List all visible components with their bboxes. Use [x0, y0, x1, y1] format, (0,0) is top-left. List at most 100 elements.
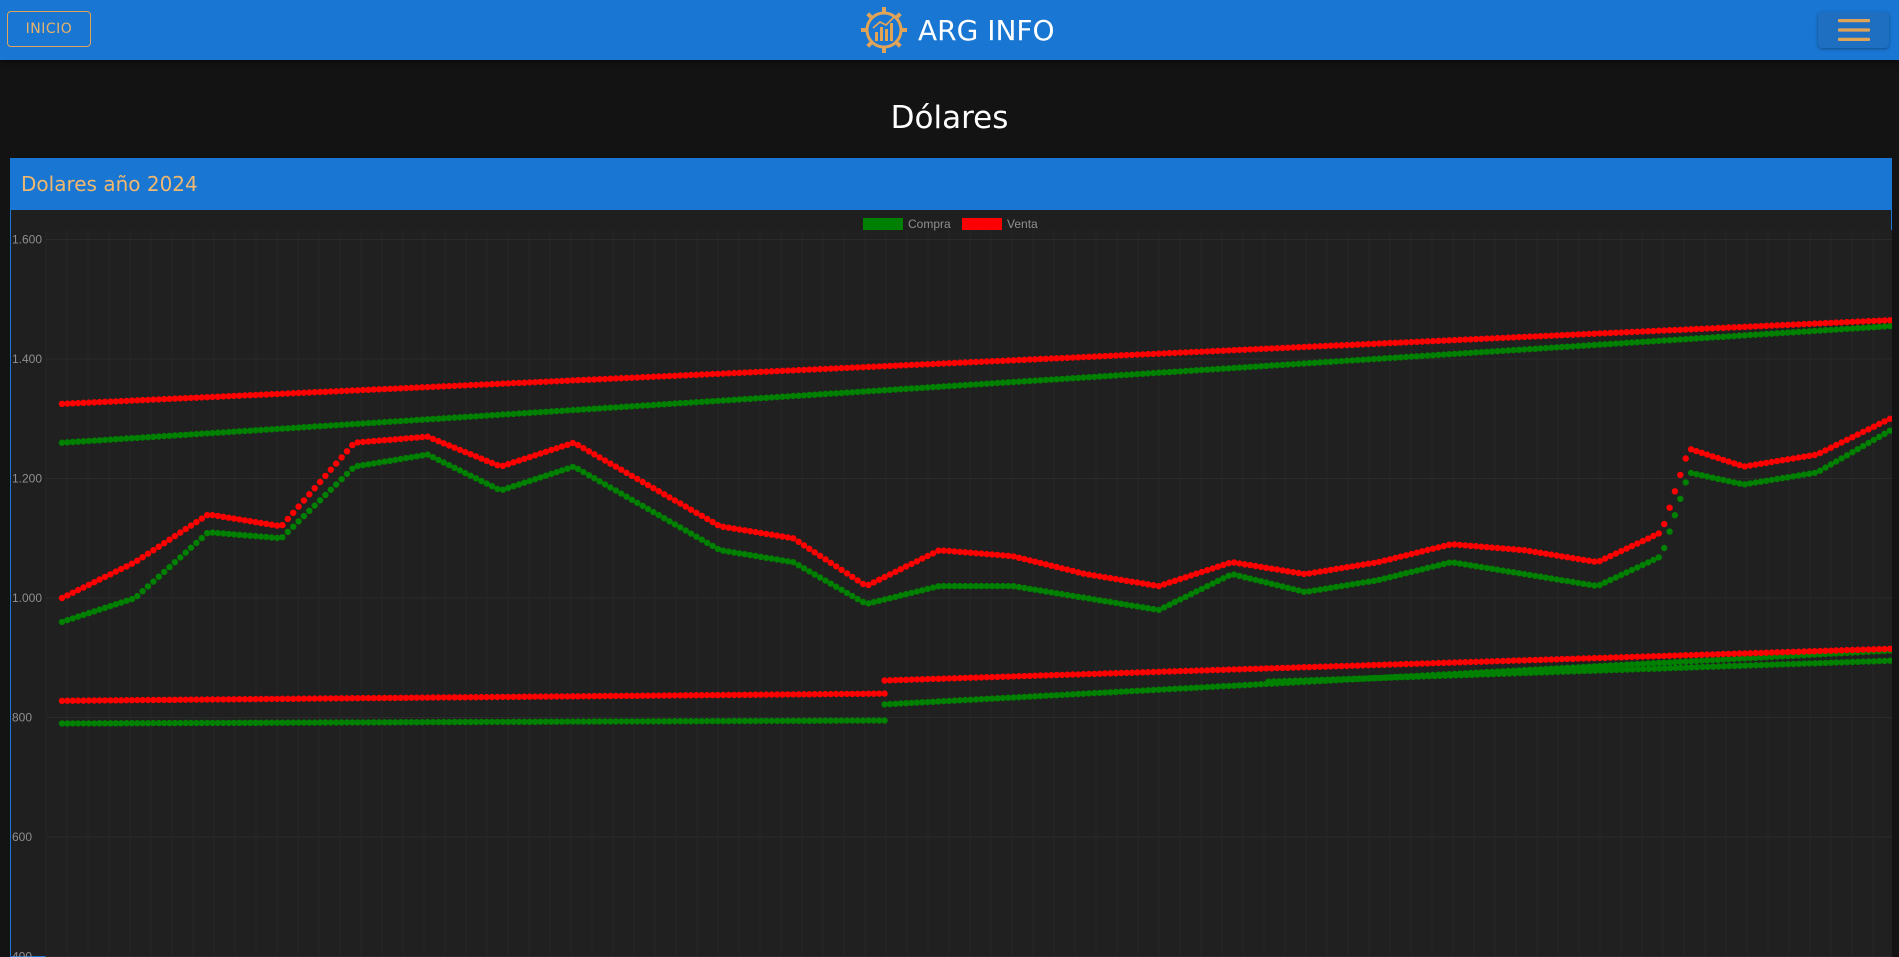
data-point: [1822, 464, 1829, 471]
data-point: [1661, 520, 1668, 528]
data-point: [1747, 462, 1754, 469]
data-point: [171, 532, 179, 540]
data-point: [714, 545, 722, 553]
data-point: [376, 459, 383, 466]
data-point: [902, 591, 910, 598]
data-point: [1370, 559, 1378, 567]
data-point: [1580, 580, 1587, 587]
data-point: [177, 529, 184, 536]
data-point: [1720, 476, 1727, 484]
data-point: [1107, 574, 1114, 582]
data-point: [763, 530, 770, 538]
data-point: [919, 587, 926, 594]
data-point: [833, 563, 840, 570]
data-point: [327, 466, 334, 473]
data-point: [241, 517, 248, 524]
data-point: [295, 503, 302, 510]
data-point: [704, 515, 711, 523]
data-point: [198, 515, 205, 522]
data-point: [359, 461, 367, 469]
data-point: [634, 475, 641, 483]
data-point: [257, 519, 265, 527]
data-point: [1677, 471, 1684, 479]
data-point: [300, 512, 308, 520]
data-point: [230, 515, 238, 522]
data-point: [1123, 601, 1130, 608]
data-point: [1268, 580, 1275, 588]
data-point: [521, 455, 528, 462]
data-point: [134, 592, 141, 600]
menu-button[interactable]: [1818, 12, 1889, 48]
data-point: [1343, 582, 1351, 589]
data-point: [1859, 442, 1867, 450]
data-point: [1252, 576, 1259, 584]
data-point: [1397, 571, 1404, 578]
data-point: [1284, 568, 1292, 575]
data-point: [1058, 590, 1066, 598]
data-point: [1101, 598, 1109, 605]
data-point: [1763, 459, 1770, 467]
data-point: [897, 592, 904, 599]
data-point: [1585, 581, 1593, 588]
data-point: [1682, 479, 1689, 486]
data-point: [1252, 562, 1259, 570]
data-point: [1026, 557, 1033, 564]
data-point: [1354, 580, 1361, 587]
data-point: [1816, 467, 1824, 474]
data-point: [1537, 573, 1544, 580]
data-point: [886, 595, 894, 602]
home-button[interactable]: INICIO: [7, 11, 91, 47]
data-point: [1526, 571, 1534, 579]
data-point: [333, 481, 340, 488]
data-point: [747, 551, 754, 559]
data-point: [316, 497, 324, 504]
data-point: [1010, 553, 1017, 560]
data-point: [1736, 461, 1743, 469]
data-point: [623, 469, 630, 476]
data-point: [1865, 439, 1872, 447]
data-point: [655, 511, 662, 519]
data-point: [316, 478, 324, 486]
data-point: [139, 588, 146, 595]
data-point: [1333, 583, 1340, 591]
data-point: [1381, 575, 1388, 582]
data-point: [322, 472, 329, 480]
brand[interactable]: ARG INFO: [858, 4, 1055, 56]
data-point: [236, 516, 243, 523]
data-point: [1768, 458, 1775, 466]
data-point: [811, 549, 818, 556]
data-point: [634, 499, 641, 506]
data-point: [1424, 564, 1431, 572]
data-point: [1795, 472, 1802, 479]
data-point: [144, 583, 152, 590]
data-point: [1123, 577, 1130, 584]
data-point: [290, 509, 297, 516]
data-point: [650, 508, 657, 516]
data-point: [612, 463, 619, 470]
data-point: [1064, 591, 1071, 599]
data-point: [1327, 584, 1335, 591]
data-point: [1365, 560, 1372, 567]
data-point: [725, 524, 732, 531]
data-point: [580, 468, 587, 476]
data-point: [1273, 566, 1281, 573]
dollar-scatter-chart[interactable]: 1.600 1.400 1.200 1.000 800 600 400 Compra Venta: [10, 210, 1892, 957]
data-point: [1800, 471, 1808, 478]
data-point: [1204, 567, 1211, 574]
data-point: [1784, 456, 1792, 463]
data-point: [1091, 572, 1098, 579]
data-point: [381, 458, 388, 465]
data-point: [1790, 473, 1797, 480]
data-point: [1408, 568, 1415, 576]
data-point: [1150, 605, 1157, 613]
y-tick-label: 400: [12, 950, 32, 957]
data-point: [1042, 588, 1050, 595]
data-point: [1247, 561, 1254, 569]
data-point: [1343, 564, 1351, 571]
data-point: [1402, 570, 1410, 577]
data-point: [1386, 556, 1394, 563]
data-point: [1671, 488, 1679, 495]
data-point: [1311, 587, 1318, 594]
data-point: [1419, 548, 1426, 555]
data-point: [881, 596, 888, 603]
